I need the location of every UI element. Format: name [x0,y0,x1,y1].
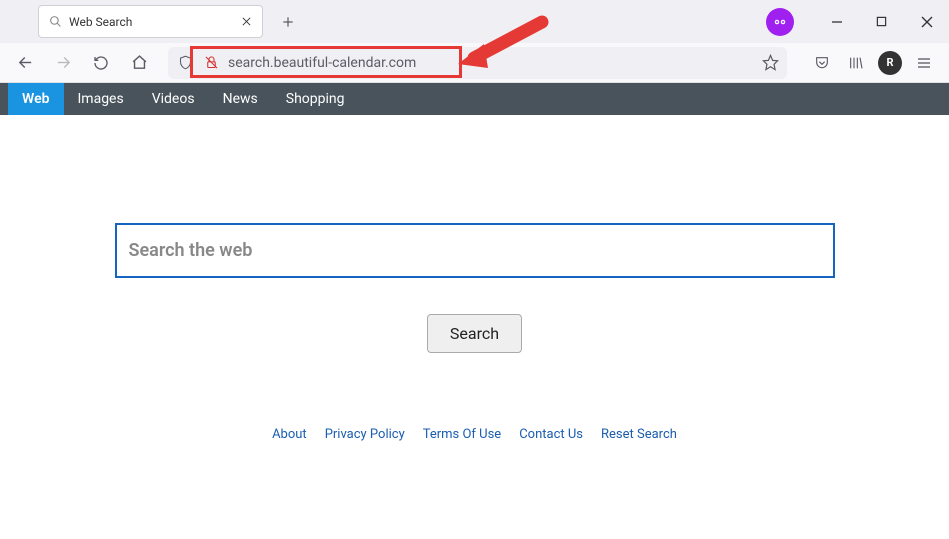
navtab-images[interactable]: Images [64,83,138,115]
toolbar-right: R [807,48,939,78]
category-nav: Web Images Videos News Shopping [0,83,949,115]
brand-icon[interactable] [766,8,794,36]
browser-tab[interactable]: Web Search [38,5,263,38]
pocket-icon[interactable] [807,48,837,78]
account-avatar: R [878,51,902,75]
navtab-videos[interactable]: Videos [138,83,209,115]
reload-button[interactable] [86,48,116,78]
close-icon[interactable] [238,14,254,30]
main-content: Search About Privacy Policy Terms Of Use… [0,115,949,442]
back-button[interactable] [10,48,40,78]
titlebar: Web Search [0,0,949,43]
footer-link-contact[interactable]: Contact Us [519,427,583,442]
maximize-button[interactable] [859,0,904,43]
footer-links: About Privacy Policy Terms Of Use Contac… [0,427,949,442]
search-button[interactable]: Search [427,314,522,353]
lock-insecure-icon[interactable] [200,52,222,74]
footer-link-reset[interactable]: Reset Search [601,427,677,442]
magnifier-icon [47,14,63,30]
tab-title: Web Search [69,15,232,29]
bookmark-star-icon[interactable] [759,52,781,74]
close-window-button[interactable] [904,0,949,43]
window-controls [766,0,949,43]
shield-icon[interactable] [174,52,196,74]
navtab-label: Videos [152,91,195,107]
url-text: search.beautiful-calendar.com [226,55,755,71]
search-box [115,223,835,278]
menu-button[interactable] [909,48,939,78]
minimize-button[interactable] [814,0,859,43]
forward-button[interactable] [48,48,78,78]
footer-link-about[interactable]: About [272,427,307,442]
navtab-web[interactable]: Web [8,83,64,115]
account-button[interactable]: R [875,48,905,78]
library-icon[interactable] [841,48,871,78]
navtab-label: Web [22,91,50,107]
navtab-label: News [223,91,258,107]
navtab-label: Shopping [286,91,345,107]
home-button[interactable] [124,48,154,78]
toolbar: search.beautiful-calendar.com R [0,43,949,83]
navtab-shopping[interactable]: Shopping [272,83,359,115]
navtab-news[interactable]: News [209,83,272,115]
footer-link-terms[interactable]: Terms Of Use [423,427,501,442]
footer-link-privacy[interactable]: Privacy Policy [325,427,405,442]
navtab-label: Images [78,91,124,107]
address-bar[interactable]: search.beautiful-calendar.com [168,47,787,79]
search-input[interactable] [129,240,821,261]
new-tab-button[interactable] [275,9,301,35]
